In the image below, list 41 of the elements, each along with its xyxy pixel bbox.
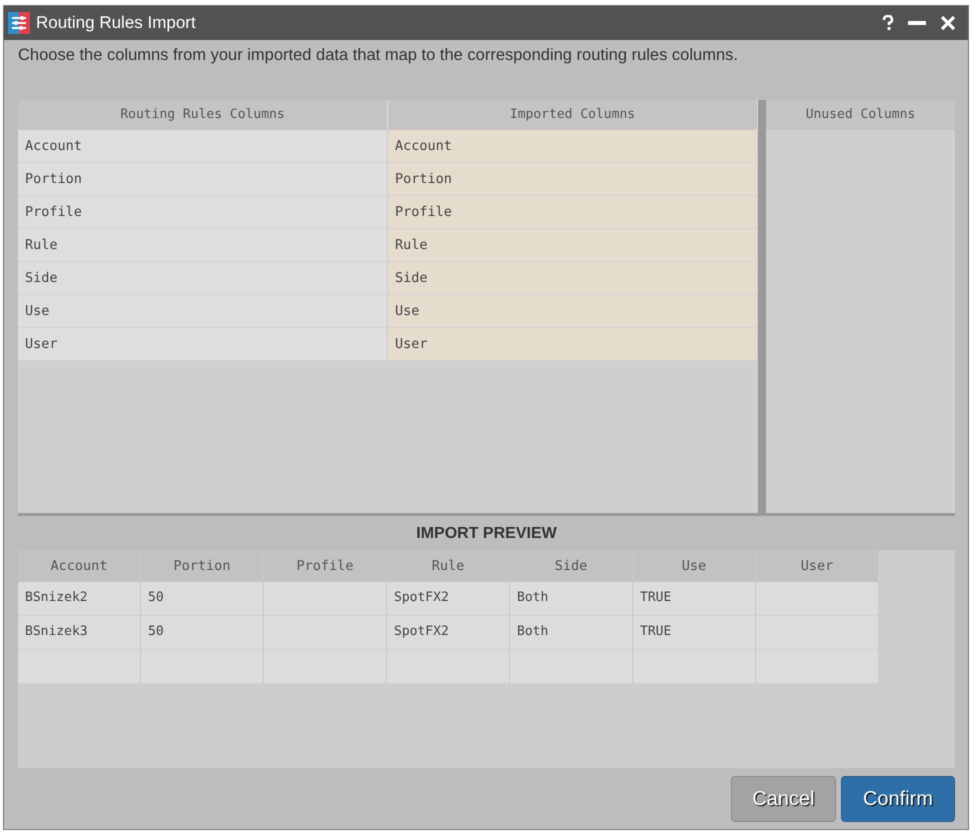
column-header: Imported Columns	[388, 100, 758, 130]
column-header: Rule	[387, 550, 510, 582]
confirm-button[interactable]: Confirm	[841, 776, 955, 822]
instructions-text: Choose the columns from your imported data that map to the corresponding routing rules columns.	[18, 46, 739, 66]
table-cell: User	[18, 328, 388, 361]
section-title: IMPORT PREVIEW	[18, 516, 955, 550]
table-cell: Profile	[18, 196, 388, 229]
table-cell: 50	[141, 582, 264, 616]
table-cell: Both	[510, 582, 633, 616]
column-header: Use	[633, 550, 756, 582]
table-cell: BSnizek3	[18, 616, 141, 650]
table-cell: 50	[141, 616, 264, 650]
close-icon[interactable]	[940, 15, 956, 31]
table-cell: Rule	[18, 229, 388, 262]
table-cell: TRUE	[633, 616, 756, 650]
table-cell: Portion	[18, 163, 388, 196]
dropdown-cell[interactable]: Side	[388, 262, 758, 295]
dropdown-cell[interactable]: User	[388, 328, 758, 361]
sliders-icon	[8, 12, 30, 34]
column-header: Account	[18, 550, 141, 582]
dropdown-cell[interactable]: Profile	[388, 196, 758, 229]
window-title: Routing Rules Import	[36, 13, 196, 33]
dropdown-cell[interactable]: Portion	[388, 163, 758, 196]
dropdown-cell[interactable]: Rule	[388, 229, 758, 262]
table-cell: Account	[18, 130, 388, 163]
table-cell: SpotFX2	[387, 616, 510, 650]
table-cell: Side	[18, 262, 388, 295]
column-header: Unused Columns	[766, 100, 955, 130]
column-header: Side	[510, 550, 633, 582]
table-cell: TRUE	[633, 582, 756, 616]
table-cell: BSnizek2	[18, 582, 141, 616]
table-cell: Use	[18, 295, 388, 328]
dropdown-cell[interactable]: Use	[388, 295, 758, 328]
table-cell: Both	[510, 616, 633, 650]
column-header: Portion	[141, 550, 264, 582]
column-header: User	[756, 550, 879, 582]
column-header: Profile	[264, 550, 387, 582]
dropdown-cell[interactable]: Account	[388, 130, 758, 163]
table-cell: SpotFX2	[387, 582, 510, 616]
column-header: Routing Rules Columns	[18, 100, 388, 130]
help-icon[interactable]	[882, 15, 894, 31]
